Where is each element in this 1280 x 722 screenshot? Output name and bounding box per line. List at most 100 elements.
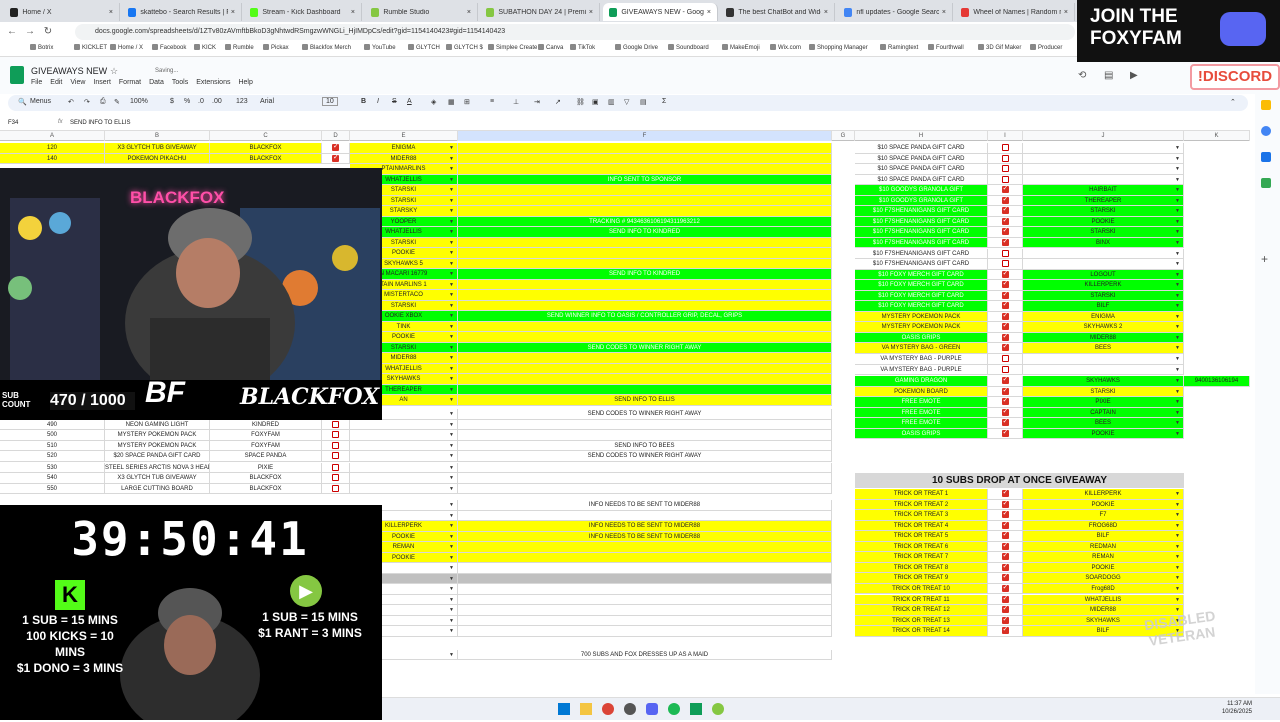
cell-b[interactable]: X3 GLYTCH TUB GIVEAWAY	[105, 473, 210, 484]
browser-tab[interactable]: skattebo - Search Results | Face×	[122, 3, 242, 21]
cell-h[interactable]: $10 F7SHENANIGANS GIFT CARD	[855, 237, 988, 249]
history-icon[interactable]: ⟲	[1078, 70, 1086, 81]
cell-h[interactable]: MYSTERY POKEMON PACK	[855, 322, 988, 333]
dropdown-arrow-icon[interactable]: ▼	[449, 650, 454, 660]
cell-h[interactable]: FREE EMOTE	[855, 418, 988, 429]
currency-format[interactable]: $	[170, 98, 174, 105]
checkbox[interactable]	[1001, 312, 1009, 321]
checkbox[interactable]	[1001, 249, 1009, 257]
dropdown-arrow-icon[interactable]: ▼	[1175, 397, 1180, 407]
checkbox[interactable]	[1001, 387, 1009, 396]
cell-j[interactable]: POOKIE ▼	[1023, 499, 1184, 511]
bookmark-item[interactable]: Wix.com	[770, 44, 801, 51]
back-icon[interactable]: ←	[6, 26, 18, 38]
dropdown-arrow-icon[interactable]: ▼	[1175, 531, 1180, 541]
cell-j[interactable]: POOKIE ▼	[1023, 562, 1184, 574]
start-icon[interactable]	[558, 703, 570, 715]
dropdown-arrow-icon[interactable]: ▼	[1175, 206, 1180, 216]
cell-e[interactable]: ▼	[350, 473, 458, 484]
checkbox[interactable]	[1001, 584, 1009, 593]
cell-f[interactable]	[458, 462, 832, 473]
tab-close-icon[interactable]: ×	[824, 9, 828, 16]
menu-item[interactable]: Help	[238, 79, 252, 86]
cell-j[interactable]: LOGOUT ▼	[1023, 269, 1184, 281]
checkbox[interactable]	[1001, 542, 1009, 551]
column-header[interactable]: G	[832, 131, 855, 141]
dropdown-arrow-icon[interactable]: ▼	[1175, 573, 1180, 583]
filter-icon[interactable]: ▽	[624, 98, 629, 106]
bookmark-item[interactable]: MakeEmoji	[722, 44, 760, 51]
merge-icon[interactable]: ⊞	[464, 98, 470, 106]
cell-h[interactable]: $10 GOODYS GRANOLA GIFT	[855, 185, 988, 196]
keep-icon[interactable]	[1261, 100, 1271, 110]
star-icon[interactable]: ☆	[110, 66, 118, 77]
cell-j[interactable]: BILF ▼	[1023, 301, 1184, 312]
dropdown-arrow-icon[interactable]: ▼	[1175, 376, 1180, 386]
bookmark-item[interactable]: YouTube	[364, 44, 396, 51]
column-header[interactable]: D	[322, 131, 350, 141]
dropdown-arrow-icon[interactable]: ▼	[1175, 429, 1180, 439]
dropdown-arrow-icon[interactable]: ▼	[1175, 595, 1180, 605]
dropdown-arrow-icon[interactable]: ▼	[1175, 164, 1180, 174]
dropdown-arrow-icon[interactable]: ▼	[1175, 489, 1180, 499]
checkbox[interactable]	[1001, 595, 1009, 604]
checkbox[interactable]	[1001, 500, 1009, 509]
system-clock[interactable]: 11:37 AM 10/26/2025	[1222, 700, 1252, 716]
cell-h[interactable]: $10 SPACE PANDA GIFT CARD	[855, 174, 988, 186]
bookmark-item[interactable]: Pickax	[263, 44, 289, 51]
cell-j[interactable]: POOKIE ▼	[1023, 216, 1184, 228]
cell-h[interactable]: TRICK OR TREAT 2	[855, 499, 988, 511]
dropdown-arrow-icon[interactable]: ▼	[1175, 249, 1180, 259]
bookmark-item[interactable]: Facebook	[152, 44, 186, 51]
dropdown-arrow-icon[interactable]: ▼	[1175, 301, 1180, 311]
checkbox[interactable]	[1001, 270, 1009, 279]
checkbox[interactable]	[332, 441, 339, 449]
column-header[interactable]: I	[988, 131, 1023, 141]
menu-item[interactable]: Format	[119, 79, 141, 86]
checkbox[interactable]	[332, 463, 339, 471]
dropdown-arrow-icon[interactable]: ▼	[1175, 563, 1180, 573]
cell-b[interactable]: $20 SPACE PANDA GIFT CARD	[105, 451, 210, 462]
checkbox[interactable]	[1001, 521, 1009, 530]
cell-h[interactable]: MYSTERY POKEMON PACK	[855, 311, 988, 323]
tab-close-icon[interactable]: ×	[942, 9, 946, 16]
bookmark-item[interactable]: Shopping Manager	[809, 44, 868, 51]
dropdown-arrow-icon[interactable]: ▼	[449, 463, 454, 473]
dropdown-arrow-icon[interactable]: ▼	[1175, 217, 1180, 227]
cell-f[interactable]: SEND CODES TO WINNER RIGHT AWAY	[458, 451, 832, 462]
cell-e[interactable]: ▼	[350, 462, 458, 473]
redo-icon[interactable]: ↷	[84, 98, 90, 106]
checkbox[interactable]	[1001, 154, 1009, 162]
checkbox[interactable]	[332, 452, 339, 459]
cell-h[interactable]: TRICK OR TREAT 5	[855, 531, 988, 542]
cell-j[interactable]: KILLERPERK ▼	[1023, 489, 1184, 500]
collapse-toolbar-icon[interactable]: ⌃	[1230, 98, 1236, 106]
dropdown-arrow-icon[interactable]: ▼	[1175, 322, 1180, 332]
cell-h[interactable]: $10 FOXY MERCH GIFT CARD	[855, 269, 988, 281]
checkbox[interactable]	[1001, 376, 1009, 385]
print-icon[interactable]: ⎙	[100, 98, 106, 106]
dropdown-arrow-icon[interactable]: ▼	[1175, 270, 1180, 280]
cell-j[interactable]: Frog68D ▼	[1023, 583, 1184, 595]
cell-h[interactable]: GAMING DRAGON	[855, 376, 988, 387]
bookmark-item[interactable]: Ramingtext	[880, 44, 918, 51]
cell-j[interactable]: STARSKI ▼	[1023, 386, 1184, 398]
name-box[interactable]: F34	[8, 120, 18, 126]
cell-h[interactable]: $10 FOXY MERCH GIFT CARD	[855, 301, 988, 312]
dropdown-arrow-icon[interactable]: ▼	[1175, 312, 1180, 322]
cell-h[interactable]: TRICK OR TREAT 10	[855, 583, 988, 595]
cell-c[interactable]: BLACKFOX	[210, 473, 322, 484]
cell-h[interactable]: $10 SPACE PANDA GIFT CARD	[855, 153, 988, 165]
dropdown-arrow-icon[interactable]: ▼	[449, 473, 454, 483]
checkbox[interactable]	[1001, 175, 1009, 183]
rotate-icon[interactable]: ↗	[555, 98, 561, 106]
cell-h[interactable]: $10 SPACE PANDA GIFT CARD	[855, 164, 988, 175]
checkbox[interactable]	[1001, 217, 1009, 226]
strikethrough-button[interactable]: S	[392, 98, 397, 105]
cell-h[interactable]: VA MYSTERY BAG - PURPLE	[855, 354, 988, 365]
cell-b[interactable]: MYSTERY POKEMON PACK	[105, 440, 210, 451]
browser-tab[interactable]: nfl updates - Google Search ×	[838, 3, 953, 21]
bookmark-item[interactable]: Rumble	[225, 44, 254, 51]
browser-tab[interactable]: Rumble Studio ×	[365, 3, 478, 21]
checkbox[interactable]	[1001, 365, 1009, 373]
